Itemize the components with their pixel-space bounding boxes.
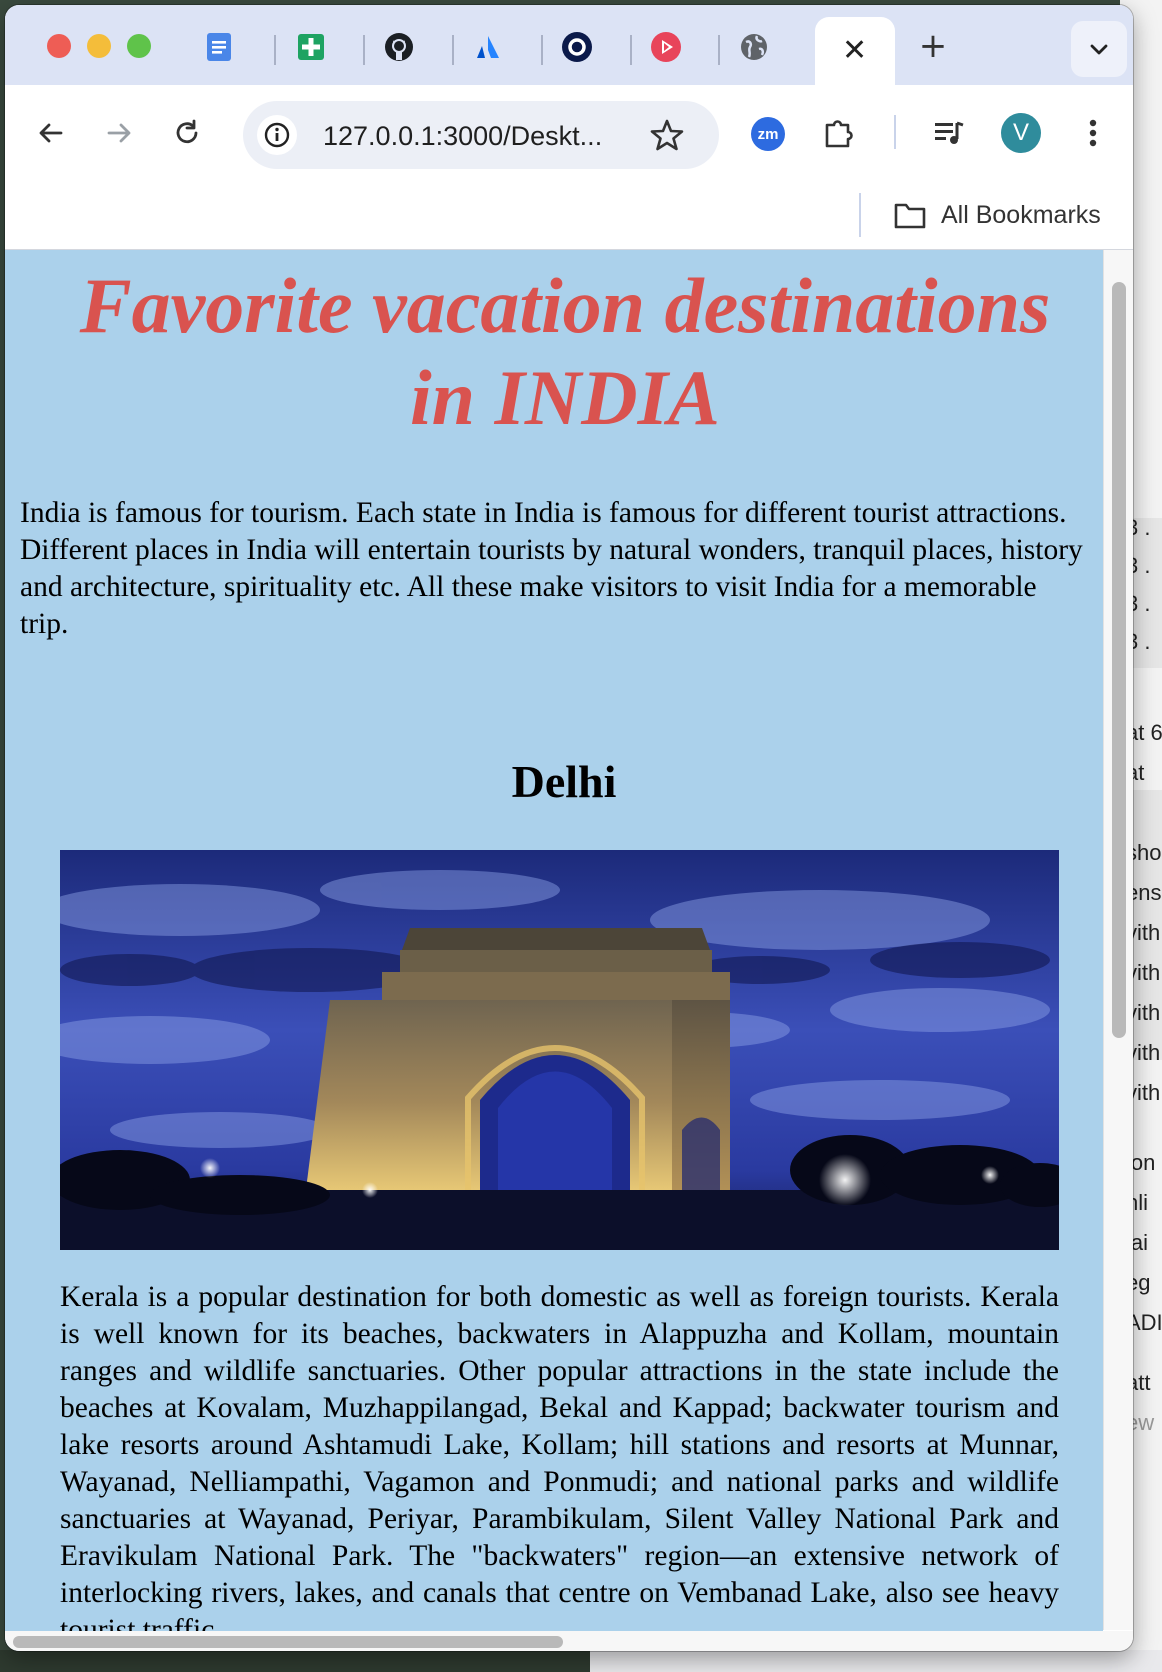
all-bookmarks-label: All Bookmarks bbox=[941, 200, 1101, 229]
back-button[interactable] bbox=[27, 109, 75, 157]
section-paragraph: Kerala is a popular destination for both… bbox=[60, 1281, 1059, 1646]
chevron-down-icon bbox=[1090, 44, 1108, 55]
more-options-icon[interactable] bbox=[1071, 111, 1115, 155]
avatar[interactable]: V bbox=[1001, 113, 1041, 153]
horizontal-scrollbar[interactable] bbox=[5, 1631, 1133, 1651]
bookmarks-bar: All Bookmarks bbox=[5, 181, 1133, 250]
forward-button[interactable] bbox=[95, 109, 143, 157]
maximize-window-button[interactable] bbox=[127, 34, 151, 58]
zoom-extension-icon[interactable]: zm bbox=[751, 117, 785, 151]
video-play-icon[interactable] bbox=[650, 31, 682, 63]
google-sheets-icon[interactable] bbox=[295, 31, 327, 63]
circle-app-icon[interactable] bbox=[561, 31, 593, 63]
new-tab-button[interactable]: + bbox=[915, 29, 951, 65]
india-gate-photo bbox=[60, 850, 1059, 1250]
tab-active[interactable]: ✕ bbox=[815, 17, 895, 85]
site-info-icon[interactable] bbox=[257, 115, 297, 155]
folder-icon bbox=[894, 203, 926, 229]
all-bookmarks-button[interactable]: All Bookmarks bbox=[893, 195, 1101, 235]
address-bar[interactable]: 127.0.0.1:3000/Deskt... bbox=[243, 101, 719, 169]
page-title: Favorite vacation destinations in INDIA bbox=[79, 262, 1051, 441]
browser-window: ✕ + 127.0.0.1:3000/Deskt... zm V All Boo… bbox=[5, 5, 1133, 1651]
page-content: Favorite vacation destinations in INDIA … bbox=[5, 250, 1103, 1651]
bookmark-star-icon[interactable] bbox=[649, 117, 685, 158]
extensions-icon[interactable] bbox=[817, 111, 861, 155]
google-docs-icon[interactable] bbox=[203, 31, 235, 63]
close-window-button[interactable] bbox=[47, 34, 71, 58]
atlassian-icon[interactable] bbox=[472, 31, 504, 63]
github-icon[interactable] bbox=[383, 31, 415, 63]
close-icon[interactable]: ✕ bbox=[842, 36, 867, 66]
horizontal-scrollbar-thumb[interactable] bbox=[13, 1636, 563, 1648]
desktop-background bbox=[0, 1650, 1162, 1672]
reload-icon bbox=[176, 119, 198, 144]
vertical-scrollbar[interactable] bbox=[1103, 250, 1133, 1630]
globe-icon[interactable] bbox=[738, 31, 770, 63]
section-heading: Delhi bbox=[511, 756, 617, 807]
arrow-left-icon bbox=[39, 123, 63, 143]
url-text[interactable]: 127.0.0.1:3000/Deskt... bbox=[323, 121, 602, 152]
arrow-right-icon bbox=[107, 123, 131, 143]
reload-button[interactable] bbox=[163, 109, 211, 157]
vertical-scrollbar-thumb[interactable] bbox=[1112, 282, 1126, 1038]
tab-search-button[interactable] bbox=[1071, 21, 1127, 77]
intro-paragraph: India is famous for tourism. Each state … bbox=[20, 497, 1083, 640]
tab-strip: ✕ + bbox=[5, 5, 1133, 85]
minimize-window-button[interactable] bbox=[87, 34, 111, 58]
media-controls-icon[interactable] bbox=[927, 111, 971, 155]
